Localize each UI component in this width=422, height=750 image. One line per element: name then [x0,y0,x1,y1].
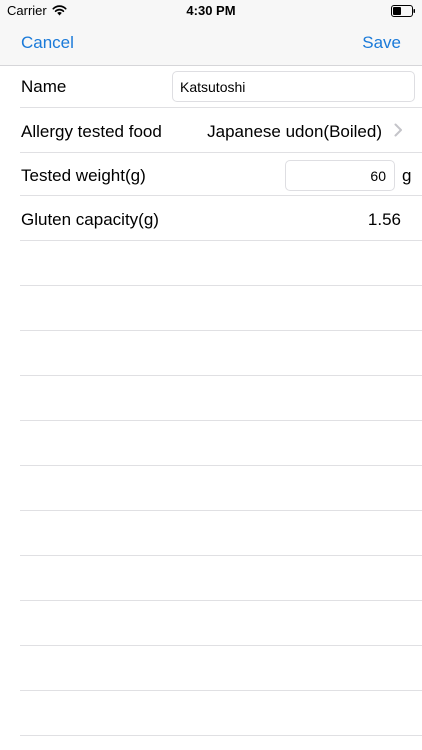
empty-row [0,601,422,646]
form-table: Name Allergy tested food Japanese udon(B… [0,66,422,750]
gluten-value: 1.56 [367,210,401,229]
empty-row [0,286,422,331]
empty-row [0,241,422,286]
food-label: Allergy tested food [21,122,162,141]
status-bar: Carrier 4:30 PM [0,0,422,22]
empty-row [0,511,422,556]
weight-unit: g [402,166,412,185]
name-input[interactable] [172,71,415,102]
gluten-row: Gluten capacity(g) 1.56 [0,196,422,241]
weight-input[interactable] [285,160,395,191]
weight-label: Tested weight(g) [21,166,146,185]
empty-row [0,421,422,466]
chevron-right-icon [394,123,402,137]
cancel-button[interactable]: Cancel [21,33,74,53]
weight-row: Tested weight(g) g [0,153,422,196]
save-button[interactable]: Save [362,33,401,53]
empty-row [0,466,422,511]
food-value[interactable]: Japanese udon(Boiled) [207,122,382,142]
name-label: Name [21,77,67,96]
empty-row [0,331,422,376]
battery-icon [391,5,415,17]
navigation-bar: Cancel Save [0,22,422,66]
empty-row [0,691,422,736]
empty-row [0,556,422,601]
empty-row [0,376,422,421]
food-row[interactable]: Allergy tested food Japanese udon(Boiled… [0,108,422,153]
row-separator [20,735,422,736]
empty-row [0,646,422,691]
name-row: Name [0,66,422,108]
gluten-label: Gluten capacity(g) [21,210,159,229]
status-time: 4:30 PM [186,3,236,18]
